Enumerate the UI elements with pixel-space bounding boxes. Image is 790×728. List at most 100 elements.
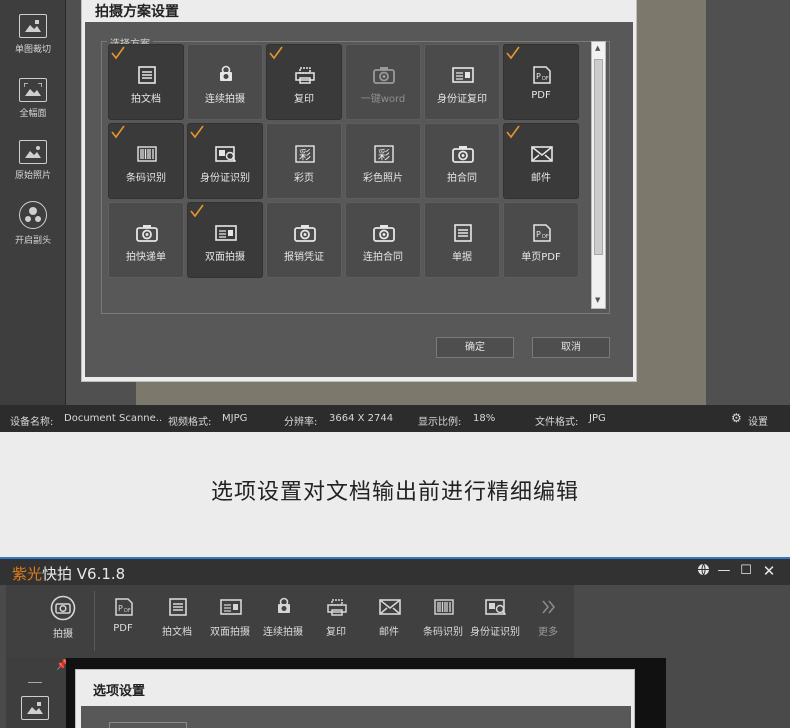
- scheme-tile[interactable]: 一键word: [345, 44, 421, 120]
- more-chevron-icon: [537, 597, 559, 617]
- scheme-tile[interactable]: 身份证复印: [424, 44, 500, 120]
- maximize-icon[interactable]: ☐: [738, 563, 754, 579]
- toolbar-button[interactable]: 双面拍摄: [203, 597, 257, 638]
- id-card-icon: [214, 223, 238, 243]
- toolbar-button[interactable]: 拍文档: [150, 597, 204, 638]
- toolbar-button-label: 连续拍摄: [263, 627, 303, 638]
- svg-text:DF: DF: [124, 608, 131, 614]
- toolbar-button[interactable]: 邮件: [362, 597, 416, 638]
- ok-button[interactable]: 确定: [436, 337, 514, 358]
- scheme-tile[interactable]: 彩彩页: [266, 123, 342, 199]
- resolution-value: 3664 X 2744: [329, 413, 394, 424]
- scroll-up-icon[interactable]: ▲: [595, 44, 600, 52]
- secondary-camera-label: 开启副头: [14, 236, 51, 246]
- scheme-tile[interactable]: 拍快递单: [108, 202, 184, 278]
- scroll-down-icon[interactable]: ▼: [595, 296, 600, 304]
- scheme-tile[interactable]: 双面拍摄: [187, 202, 263, 278]
- options-dialog: 选项设置: [75, 669, 635, 728]
- settings-button[interactable]: 设置: [748, 413, 768, 428]
- scheme-tile[interactable]: 彩彩色照片: [345, 123, 421, 199]
- minimize-icon[interactable]: —: [716, 563, 732, 579]
- original-photo-tool[interactable]: 原始照片: [0, 140, 66, 181]
- checkmark-icon: [111, 125, 125, 139]
- scheme-tile[interactable]: 连拍合同: [345, 202, 421, 278]
- scheme-tile[interactable]: 连续拍摄: [187, 44, 263, 120]
- resolution-label: 分辨率:: [284, 417, 318, 428]
- app-title: 紫光快拍 V6.1.8: [12, 563, 125, 584]
- toolbar-button-label: 双面拍摄: [210, 627, 250, 638]
- secondary-camera-tool[interactable]: 开启副头: [0, 201, 66, 246]
- scheme-scrollbar[interactable]: ▲ ▼: [591, 41, 606, 309]
- scheme-tile-label: 拍文档: [131, 94, 161, 105]
- scheme-tile[interactable]: P DF 单页PDF: [503, 202, 579, 278]
- continuous-shoot-icon: [214, 65, 238, 85]
- toolbar-button-label: 拍摄: [53, 629, 73, 640]
- scheme-tile-label: 报销凭证: [284, 252, 324, 263]
- display-ratio-value: 18%: [473, 413, 496, 424]
- camera-icon: [451, 144, 475, 164]
- crop-image-tool[interactable]: 单图裁切: [0, 14, 66, 55]
- scheme-tile[interactable]: 身份证识别: [187, 123, 263, 199]
- scheme-tile[interactable]: 拍文档: [108, 44, 184, 120]
- copy-icon: [293, 65, 317, 85]
- video-format-label: 视频格式:: [168, 417, 212, 428]
- id-scan-icon: [484, 597, 507, 617]
- scheme-tile-label: 彩色照片: [363, 173, 403, 184]
- scheme-tile[interactable]: 单据: [424, 202, 500, 278]
- crop-image-icon[interactable]: [21, 696, 49, 720]
- scheme-tile[interactable]: 邮件: [503, 123, 579, 199]
- scheme-tile[interactable]: 复印: [266, 44, 342, 120]
- crop-image-icon: [19, 14, 47, 38]
- full-frame-icon: [19, 78, 47, 102]
- scheme-tile[interactable]: P DF PDF: [503, 44, 579, 120]
- scheme-tile-label: 彩页: [294, 173, 314, 184]
- toolbar-button[interactable]: 身份证识别: [468, 597, 522, 638]
- id-card-icon: [451, 65, 475, 85]
- scheme-tile-label: 双面拍摄: [205, 252, 245, 263]
- svg-text:DF: DF: [542, 76, 549, 82]
- toolbar-button[interactable]: 复印: [309, 597, 363, 638]
- color-photo-icon: 彩: [372, 144, 396, 164]
- checkmark-icon: [190, 125, 204, 139]
- caption-band: 选项设置对文档输出前进行精细编辑: [0, 432, 790, 556]
- gear-icon[interactable]: ⚙: [731, 411, 742, 425]
- toolbar-button[interactable]: 连续拍摄: [256, 597, 310, 638]
- cancel-button[interactable]: 取消: [532, 337, 610, 358]
- full-frame-tool[interactable]: 全幅面: [0, 78, 66, 119]
- toolbar-button-label: 复印: [326, 627, 346, 638]
- scheme-tile[interactable]: 拍合同: [424, 123, 500, 199]
- scheme-tile[interactable]: 条码识别: [108, 123, 184, 199]
- checkmark-icon: [190, 204, 204, 218]
- svg-text:彩: 彩: [378, 148, 390, 162]
- close-icon[interactable]: ✕: [761, 563, 777, 579]
- toolbar-button[interactable]: 拍摄: [36, 595, 90, 640]
- toolbar-button[interactable]: 条码识别: [416, 597, 470, 638]
- pdf-icon: P DF: [530, 65, 554, 85]
- barcode-icon: [135, 144, 159, 164]
- checkmark-icon: [506, 46, 520, 60]
- bottom-window: 紫光快拍 V6.1.8 — ☐ ✕ 拍摄 P DF PDF 拍文档 双面拍摄 连续拍摄 复印 邮…: [0, 557, 790, 728]
- options-tab[interactable]: [109, 722, 187, 728]
- scheme-tile-label: 连拍合同: [363, 252, 403, 263]
- app-name-version: 快拍 V6.1.8: [42, 565, 126, 583]
- camera-icon: [135, 223, 159, 243]
- toolbar-button-label: 身份证识别: [470, 627, 520, 638]
- toolbar-button[interactable]: P DF PDF: [96, 597, 150, 634]
- options-dialog-body: [81, 706, 631, 728]
- top-window: 单图裁切 全幅面 原始照片 开启副头 拍摄方案设置 选择方案: [0, 0, 790, 432]
- scheme-tile-label: 单页PDF: [521, 252, 561, 263]
- scheme-tile-label: 身份证复印: [437, 94, 487, 105]
- id-card-icon: [219, 597, 242, 617]
- mail-icon: [378, 597, 401, 617]
- scroll-thumb[interactable]: [594, 59, 603, 255]
- globe-icon[interactable]: [695, 563, 711, 579]
- dialog-body: 选择方案 拍文档连续拍摄复印一键word身份证复印PDFPDF条码识别身份证识别…: [85, 22, 633, 377]
- toolbar-button-label: 拍文档: [162, 627, 192, 638]
- divider: [28, 682, 42, 683]
- checkmark-icon: [269, 46, 283, 60]
- scheme-tile[interactable]: 报销凭证: [266, 202, 342, 278]
- device-name-value: Document Scanne..: [64, 413, 163, 424]
- toolbar-button[interactable]: 更多: [521, 597, 575, 638]
- document-icon: [451, 223, 475, 243]
- scheme-tile-label: 拍快递单: [126, 252, 166, 263]
